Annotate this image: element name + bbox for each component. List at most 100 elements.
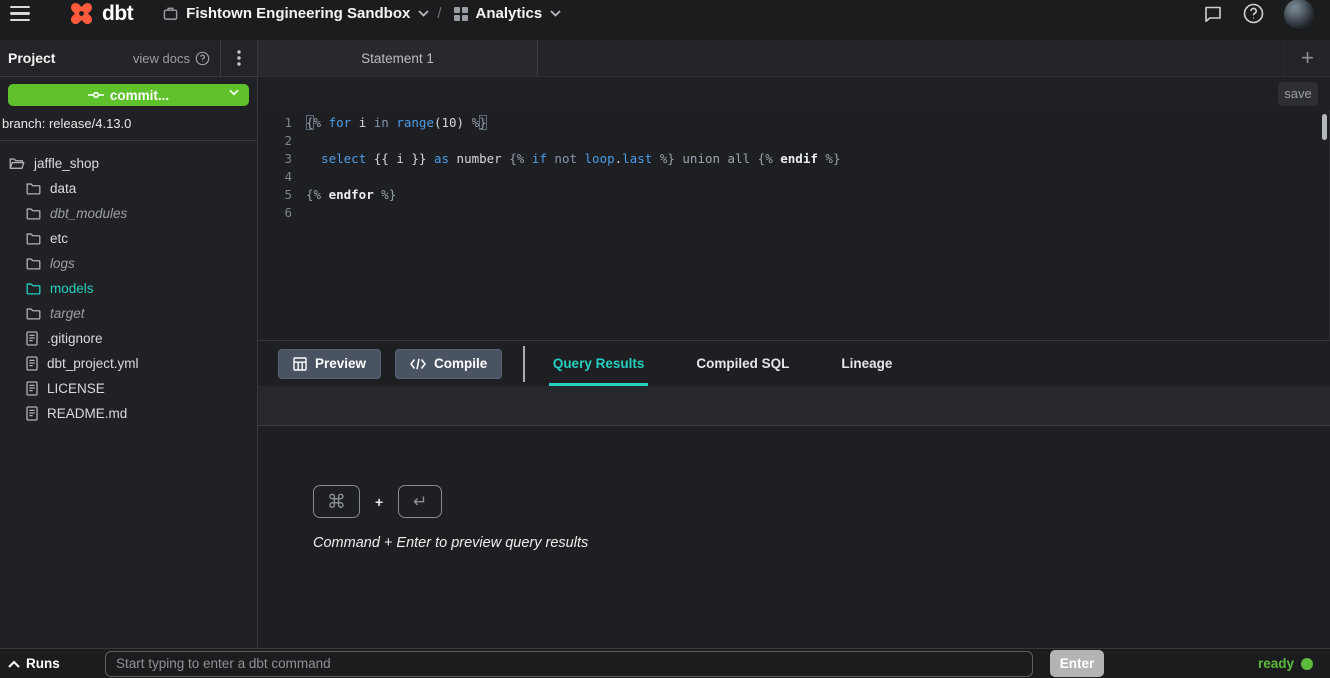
tree-item-etc[interactable]: etc bbox=[0, 226, 257, 251]
chevron-up-icon bbox=[8, 660, 20, 668]
preview-button-label: Preview bbox=[315, 356, 366, 371]
code-line-content: select {{ i }} as number {% if not loop.… bbox=[306, 150, 840, 168]
sidebar-header: Project view docs bbox=[0, 40, 257, 77]
view-docs-link[interactable]: view docs bbox=[133, 51, 220, 66]
briefcase-icon bbox=[163, 6, 178, 21]
chevron-down-icon bbox=[418, 10, 429, 17]
folder-icon bbox=[26, 232, 41, 245]
enter-button[interactable]: Enter bbox=[1050, 650, 1104, 677]
tree-item-label: jaffle_shop bbox=[34, 156, 99, 171]
chevron-down-icon bbox=[550, 10, 561, 17]
code-line-6[interactable]: 6 bbox=[258, 204, 1329, 222]
compile-button-label: Compile bbox=[434, 356, 487, 371]
chat-icon[interactable] bbox=[1203, 4, 1223, 24]
project-switcher[interactable]: Fishtown Engineering Sandbox bbox=[163, 5, 429, 22]
tab-lineage[interactable]: Lineage bbox=[837, 341, 896, 387]
tree-item-readme-md[interactable]: README.md bbox=[0, 401, 257, 426]
tree-item-data[interactable]: data bbox=[0, 176, 257, 201]
table-icon bbox=[293, 357, 307, 371]
help-circle-icon bbox=[195, 51, 210, 66]
folder-icon bbox=[26, 207, 41, 220]
git-section: commit... branch: release/4.13.0 bbox=[0, 77, 257, 141]
divider bbox=[523, 346, 525, 382]
save-button[interactable]: save bbox=[1278, 82, 1318, 106]
code-icon bbox=[410, 358, 426, 370]
chevron-down-icon[interactable] bbox=[229, 89, 239, 96]
line-number: 6 bbox=[258, 204, 306, 222]
code-line-content: {% for i in range(10) %} bbox=[306, 114, 487, 132]
results-panel: Preview Compile Query Results Compiled S… bbox=[258, 340, 1330, 648]
top-bar: dbt Fishtown Engineering Sandbox / Analy… bbox=[0, 0, 1330, 40]
shortcut-keys: ⌘ + ↵ bbox=[313, 485, 1330, 518]
code-line-2[interactable]: 2 bbox=[258, 132, 1329, 150]
user-avatar[interactable] bbox=[1284, 0, 1314, 29]
new-tab-button[interactable]: + bbox=[1284, 40, 1330, 76]
line-number: 5 bbox=[258, 186, 306, 204]
folder-icon bbox=[26, 282, 41, 295]
shortcut-hint: Command + Enter to preview query results bbox=[313, 535, 1330, 551]
line-number: 2 bbox=[258, 132, 306, 150]
file-icon bbox=[26, 406, 38, 421]
preview-button[interactable]: Preview bbox=[278, 349, 381, 379]
tree-item--gitignore[interactable]: .gitignore bbox=[0, 326, 257, 351]
plus-label: + bbox=[375, 494, 383, 510]
tree-item-label: LICENSE bbox=[47, 381, 105, 396]
results-empty-state: ⌘ + ↵ Command + Enter to preview query r… bbox=[258, 426, 1330, 648]
code-line-1[interactable]: 1{% for i in range(10) %} bbox=[258, 114, 1329, 132]
editor-scrollbar[interactable] bbox=[1322, 114, 1327, 140]
sidebar-title: Project bbox=[0, 50, 55, 66]
tab-statement-1[interactable]: Statement 1 bbox=[258, 40, 538, 76]
help-icon[interactable] bbox=[1243, 3, 1264, 24]
tree-item-target[interactable]: target bbox=[0, 301, 257, 326]
tree-item-label: .gitignore bbox=[47, 331, 103, 346]
tree-item-jaffle-shop[interactable]: jaffle_shop bbox=[0, 151, 257, 176]
tree-item-dbt-modules[interactable]: dbt_modules bbox=[0, 201, 257, 226]
tree-item-dbt-project-yml[interactable]: dbt_project.yml bbox=[0, 351, 257, 376]
folder-icon bbox=[26, 257, 41, 270]
tree-item-logs[interactable]: logs bbox=[0, 251, 257, 276]
code-editor[interactable]: 1{% for i in range(10) %}23 select {{ i … bbox=[258, 110, 1330, 340]
environment-switcher[interactable]: Analytics bbox=[454, 5, 562, 22]
tree-item-license[interactable]: LICENSE bbox=[0, 376, 257, 401]
line-number: 3 bbox=[258, 150, 306, 168]
runs-toggle[interactable]: Runs bbox=[0, 656, 105, 671]
enter-key-icon: ↵ bbox=[398, 485, 442, 518]
runs-label: Runs bbox=[26, 656, 60, 671]
tab-query-results[interactable]: Query Results bbox=[549, 341, 649, 387]
editor-toolbar: save bbox=[258, 77, 1330, 110]
file-explorer-sidebar: Project view docs bbox=[0, 40, 258, 648]
tree-item-label: data bbox=[50, 181, 76, 196]
compile-button[interactable]: Compile bbox=[395, 349, 502, 379]
line-number: 1 bbox=[258, 114, 306, 132]
folder-icon bbox=[26, 182, 41, 195]
git-commit-icon bbox=[88, 90, 104, 100]
hamburger-menu-icon[interactable] bbox=[8, 4, 32, 24]
tree-item-models[interactable]: models bbox=[0, 276, 257, 301]
file-icon bbox=[26, 381, 38, 396]
branch-label: branch: release/4.13.0 bbox=[0, 106, 257, 141]
grid-icon bbox=[454, 7, 468, 21]
file-icon bbox=[26, 356, 38, 371]
status-label: ready bbox=[1258, 656, 1294, 671]
folder-open-icon bbox=[9, 157, 25, 170]
dbt-logo: dbt bbox=[68, 0, 133, 27]
code-line-3[interactable]: 3 select {{ i }} as number {% if not loo… bbox=[258, 150, 1329, 168]
code-line-4[interactable]: 4 bbox=[258, 168, 1329, 186]
commit-button[interactable]: commit... bbox=[8, 84, 249, 106]
dbt-cloud-ide: dbt Fishtown Engineering Sandbox / Analy… bbox=[0, 0, 1330, 678]
tree-item-label: dbt_modules bbox=[50, 206, 127, 221]
tree-item-label: models bbox=[50, 281, 94, 296]
breadcrumb-separator: / bbox=[437, 5, 441, 22]
dbt-logo-icon bbox=[68, 0, 95, 27]
code-line-5[interactable]: 5{% endfor %} bbox=[258, 186, 1329, 204]
dbt-command-input[interactable] bbox=[105, 651, 1033, 677]
file-tree: jaffle_shopdata dbt_modulesetc logs models t… bbox=[0, 141, 257, 426]
tab-label: Statement 1 bbox=[361, 51, 434, 66]
status-dot bbox=[1301, 658, 1313, 670]
workspace: Project view docs bbox=[0, 40, 1330, 648]
tree-item-label: target bbox=[50, 306, 85, 321]
dbt-logo-text: dbt bbox=[102, 2, 133, 26]
tree-item-label: logs bbox=[50, 256, 75, 271]
sidebar-menu-icon[interactable] bbox=[221, 50, 257, 66]
tab-compiled-sql[interactable]: Compiled SQL bbox=[692, 341, 793, 387]
